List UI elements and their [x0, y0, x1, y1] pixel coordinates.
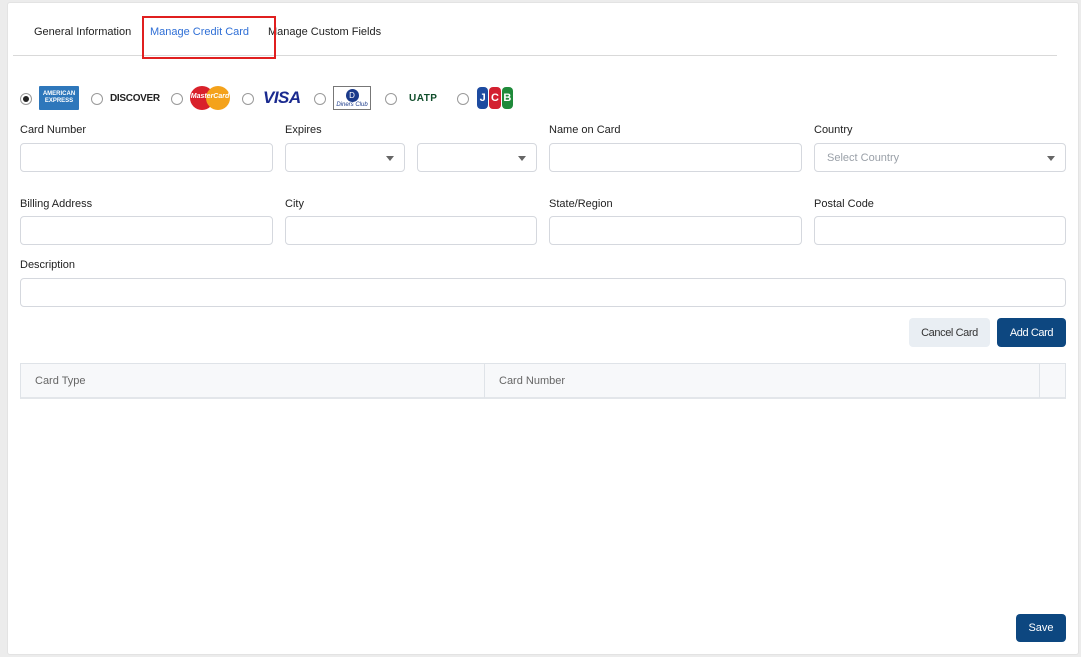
- mastercard-logo: MasterCard: [190, 86, 230, 110]
- active-tab-highlight: [142, 16, 276, 59]
- cards-table: Card Type Card Number: [20, 363, 1066, 399]
- radio-jcb[interactable]: [457, 93, 469, 105]
- description-input[interactable]: [20, 278, 1066, 307]
- amex-logo: AMERICAN EXPRESS: [39, 86, 79, 110]
- expires-year-select[interactable]: [417, 143, 537, 172]
- jcb-logo: J C B: [477, 87, 514, 109]
- name-on-card-input[interactable]: [549, 143, 802, 172]
- card-number-label: Card Number: [20, 124, 87, 136]
- billing-address-label: Billing Address: [20, 198, 93, 210]
- city-label: City: [285, 198, 304, 210]
- card-number-input[interactable]: [20, 143, 273, 172]
- diners-club-logo: D Diners Club: [333, 86, 371, 110]
- state-region-label: State/Region: [549, 198, 613, 210]
- discover-logo: DISCOVER: [110, 92, 160, 104]
- description-label: Description: [20, 259, 76, 271]
- column-header-actions: [1040, 364, 1065, 398]
- city-input[interactable]: [285, 216, 537, 245]
- billing-address-input[interactable]: [20, 216, 273, 245]
- postal-code-input[interactable]: [814, 216, 1066, 245]
- add-card-button[interactable]: Add Card: [997, 318, 1066, 347]
- expires-month-select[interactable]: [285, 143, 405, 172]
- column-header-card-type[interactable]: Card Type: [21, 364, 485, 398]
- radio-visa[interactable]: [242, 93, 254, 105]
- column-header-card-number[interactable]: Card Number: [485, 364, 1040, 398]
- radio-amex[interactable]: [20, 93, 32, 105]
- radio-uatp[interactable]: [385, 93, 397, 105]
- name-on-card-label: Name on Card: [549, 124, 621, 136]
- radio-mastercard[interactable]: [171, 93, 183, 105]
- expires-label: Expires: [285, 124, 322, 136]
- radio-discover[interactable]: [91, 93, 103, 105]
- state-region-input[interactable]: [549, 216, 802, 245]
- save-button[interactable]: Save: [1016, 614, 1066, 642]
- chevron-down-icon: [1047, 156, 1055, 161]
- postal-code-label: Postal Code: [814, 198, 874, 210]
- chevron-down-icon: [518, 156, 526, 161]
- tab-general-information[interactable]: General Information: [34, 26, 131, 38]
- uatp-logo: UATP: [409, 92, 438, 104]
- cancel-card-button[interactable]: Cancel Card: [909, 318, 990, 347]
- country-label: Country: [814, 124, 853, 136]
- country-select[interactable]: Select Country: [814, 143, 1066, 172]
- visa-logo: VISA: [263, 88, 301, 107]
- tab-manage-custom-fields[interactable]: Manage Custom Fields: [268, 26, 381, 38]
- chevron-down-icon: [386, 156, 394, 161]
- radio-diners-club[interactable]: [314, 93, 326, 105]
